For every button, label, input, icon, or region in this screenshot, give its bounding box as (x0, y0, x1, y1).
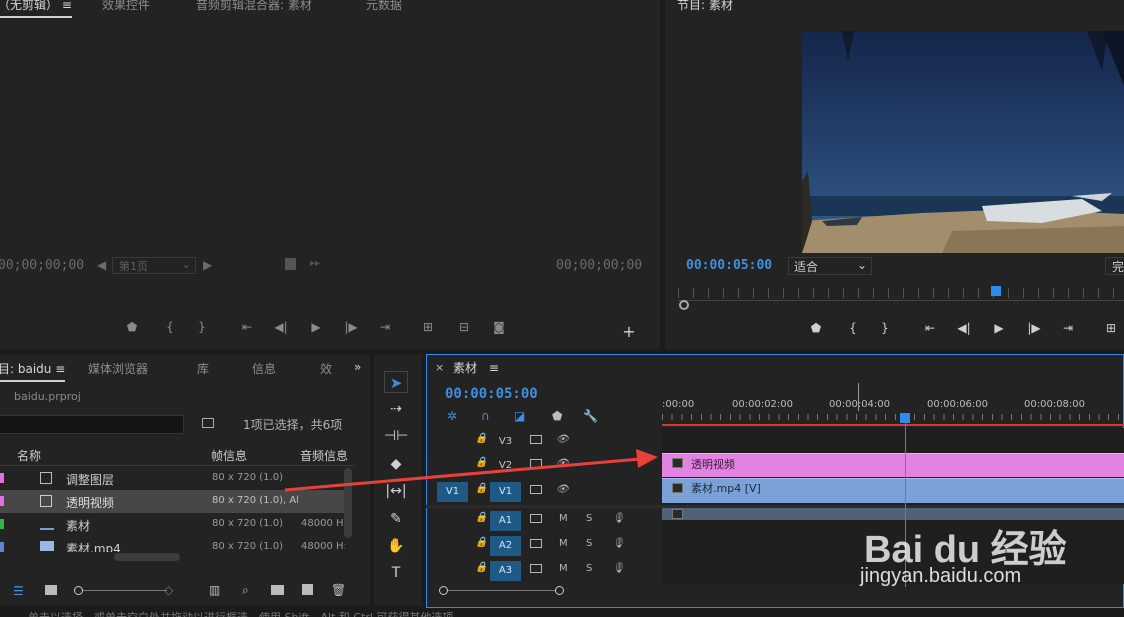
status-bar: 单击以选择，或单击空白处并拖动以进行框选。使用 Shift、Alt 和 Ctrl… (28, 609, 464, 617)
baidu-url: jingyan.baidu.com (860, 565, 1022, 587)
